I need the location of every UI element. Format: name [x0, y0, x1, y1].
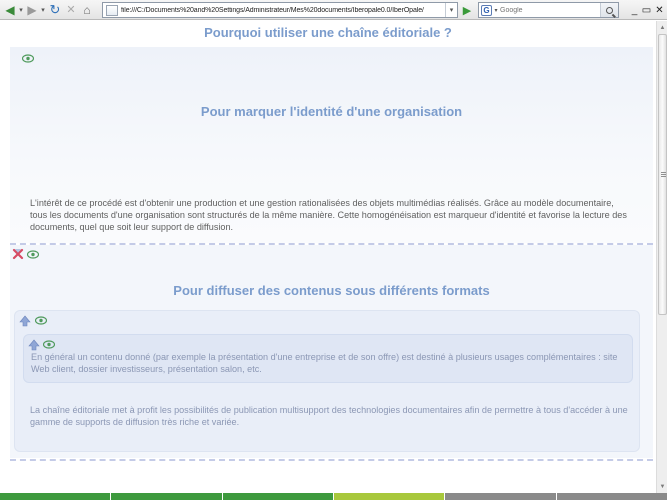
bottom-tab-5[interactable]	[445, 493, 556, 500]
search-input[interactable]	[500, 6, 588, 14]
block-text: La chaîne éditoriale met à profit les po…	[30, 405, 628, 427]
search-box[interactable]: G ▾	[478, 2, 619, 18]
move-up-icon[interactable]	[19, 314, 31, 327]
section-text: L'intérêt de ce procédé est d'obtenir un…	[30, 198, 627, 232]
search-engine-dropdown-icon[interactable]: ▾	[492, 7, 500, 14]
nested-block: En général un contenu donné (par exemple…	[23, 334, 633, 383]
bottom-tab-4[interactable]	[333, 493, 445, 500]
search-engine-icon[interactable]: G	[481, 4, 492, 16]
maximize-icon[interactable]: ▭	[640, 3, 653, 17]
block-text: En général un contenu donné (par exemple…	[31, 352, 618, 374]
vertical-scrollbar[interactable]: ▲ ▼	[656, 21, 667, 493]
page-icon	[106, 4, 118, 16]
section-divider	[10, 459, 653, 461]
back-history-dropdown-icon[interactable]: ▾	[17, 2, 25, 18]
reload-icon[interactable]: ↻	[47, 2, 63, 18]
scrollbar-thumb[interactable]	[658, 34, 667, 315]
go-arrow-icon[interactable]: ▶	[461, 3, 473, 17]
section-title: Pour diffuser des contenus sous différen…	[173, 283, 490, 298]
scroll-up-arrow-icon[interactable]: ▲	[658, 23, 667, 32]
bottom-tab-6[interactable]	[556, 493, 667, 500]
grip-icon	[661, 172, 666, 178]
close-icon[interactable]: ✕	[653, 3, 666, 17]
delete-icon[interactable]	[12, 247, 24, 260]
section-formats: Pour diffuser des contenus sous différen…	[10, 245, 653, 458]
address-url[interactable]: file:///C:/Documents%20and%20Settings/Ad…	[121, 7, 445, 14]
move-up-icon[interactable]	[28, 338, 40, 351]
forward-history-dropdown-icon[interactable]: ▾	[39, 2, 47, 18]
page-title: Pourquoi utiliser une chaîne éditoriale …	[204, 25, 452, 40]
bottom-tab-3[interactable]	[222, 493, 333, 500]
search-icon	[606, 6, 613, 14]
url-history-dropdown-icon[interactable]: ▾	[445, 3, 457, 17]
section-identity: Pour marquer l'identité d'une organisati…	[10, 47, 653, 243]
bottom-tab-1[interactable]	[0, 493, 111, 500]
bottom-tab-2[interactable]	[111, 493, 222, 500]
back-arrow-icon[interactable]: ◀	[3, 2, 17, 18]
search-button[interactable]	[600, 3, 618, 17]
address-bar[interactable]: file:///C:/Documents%20and%20Settings/Ad…	[102, 2, 458, 18]
bottom-tab-bar	[0, 493, 667, 500]
eye-icon[interactable]	[35, 316, 47, 325]
eye-icon[interactable]	[22, 54, 34, 63]
page-content: Pourquoi utiliser une chaîne éditoriale …	[0, 21, 656, 493]
content-block: En général un contenu donné (par exemple…	[14, 310, 640, 452]
eye-icon[interactable]	[27, 250, 39, 259]
section-title: Pour marquer l'identité d'une organisati…	[200, 104, 463, 119]
forward-arrow-icon[interactable]: ▶	[25, 2, 39, 18]
home-icon[interactable]: ⌂	[79, 2, 95, 18]
eye-icon[interactable]	[43, 340, 55, 349]
stop-icon[interactable]: ✕	[63, 2, 79, 18]
scroll-down-arrow-icon[interactable]: ▼	[658, 482, 667, 491]
